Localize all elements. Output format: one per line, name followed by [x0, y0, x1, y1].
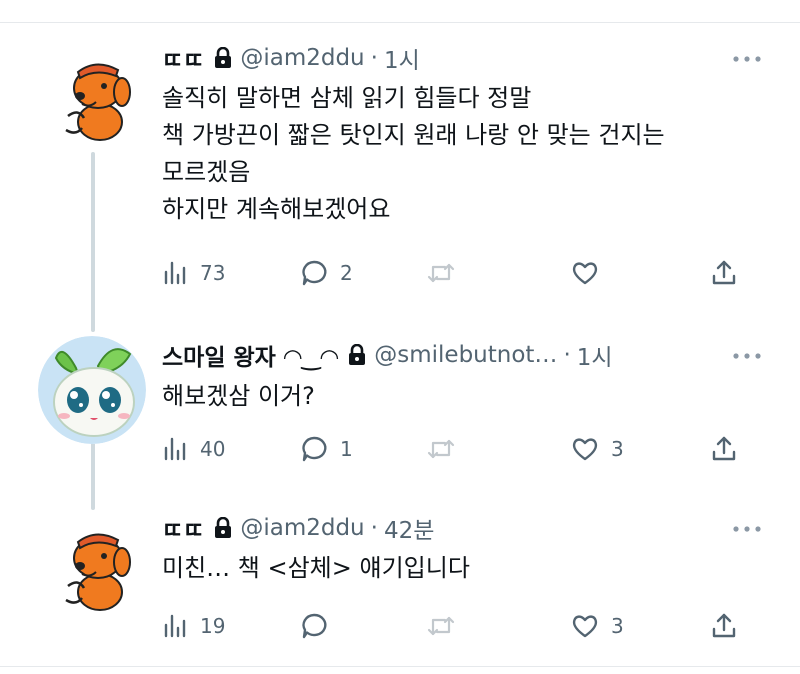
- thread-line: [91, 152, 95, 332]
- reply-bubble-icon: [302, 260, 327, 286]
- avatar[interactable]: [38, 514, 146, 622]
- share-icon: [712, 436, 736, 461]
- retweet-button[interactable]: [427, 256, 455, 290]
- reply-bubble-icon: [302, 436, 327, 462]
- more-dots-icon[interactable]: [730, 49, 764, 69]
- reply-button[interactable]: 2: [300, 256, 353, 290]
- tweet-actions: 73 2: [160, 256, 750, 290]
- avatar[interactable]: [38, 336, 146, 444]
- like-count: 3: [611, 437, 624, 461]
- reply-button[interactable]: [300, 609, 340, 643]
- views-button[interactable]: 40: [160, 432, 225, 466]
- share-button[interactable]: [710, 432, 738, 466]
- heart-icon: [572, 262, 598, 285]
- separator-dot: ·: [370, 45, 378, 71]
- views-chart-icon: [164, 614, 186, 638]
- lock-icon: [214, 46, 232, 69]
- lock-icon: [214, 516, 232, 539]
- views-chart-icon: [164, 261, 186, 285]
- tweet-text: 해보겠삼 이거?: [162, 382, 315, 410]
- timestamp[interactable]: 42분: [384, 511, 434, 545]
- share-button[interactable]: [710, 609, 738, 643]
- display-name[interactable]: ㄸㄸ: [162, 511, 204, 545]
- retweet-icon: [427, 439, 455, 459]
- lock-icon: [348, 343, 366, 366]
- views-count: 19: [200, 614, 226, 638]
- more-dots-icon[interactable]: [730, 519, 764, 539]
- share-icon: [712, 613, 736, 638]
- tweet-header: 스마일 왕자 ◠‿◠ @smilebutnot… · 1시: [162, 338, 613, 372]
- retweet-button[interactable]: [427, 609, 455, 643]
- views-chart-icon: [164, 437, 186, 461]
- tweet-text: 솔직히 말하면 삼체 읽기 힘들다 정말 책 가방끈이 짧은 탓인지 원래 나랑…: [162, 84, 665, 223]
- like-button[interactable]: 3: [571, 432, 624, 466]
- handle[interactable]: @iam2ddu: [240, 515, 364, 541]
- bottom-divider: [0, 666, 800, 667]
- reply-bubble-icon: [302, 613, 327, 639]
- timestamp[interactable]: 1시: [384, 41, 420, 75]
- views-button[interactable]: 73: [160, 256, 225, 290]
- handle[interactable]: @smilebutnot…: [374, 342, 557, 368]
- share-icon: [712, 260, 736, 285]
- reply-button[interactable]: 1: [300, 432, 353, 466]
- separator-dot: ·: [370, 515, 378, 541]
- separator-dot: ·: [563, 342, 571, 368]
- like-count: 3: [611, 614, 624, 638]
- reply-count: 2: [340, 261, 353, 285]
- dog-avatar-icon: [38, 44, 146, 152]
- top-divider: [0, 22, 800, 23]
- tweet-header: ㄸㄸ @iam2ddu · 42분: [162, 511, 434, 545]
- more-dots-icon[interactable]: [730, 346, 764, 366]
- retweet-icon: [427, 263, 455, 283]
- timestamp[interactable]: 1시: [577, 338, 613, 372]
- reply-count: 1: [340, 437, 353, 461]
- share-button[interactable]: [710, 256, 738, 290]
- views-button[interactable]: 19: [160, 609, 225, 643]
- like-button[interactable]: 3: [571, 609, 624, 643]
- handle[interactable]: @iam2ddu: [240, 45, 364, 71]
- avatar[interactable]: [38, 44, 146, 152]
- tweet-actions: 19 3: [160, 609, 750, 643]
- retweet-button[interactable]: [427, 432, 455, 466]
- tweet-text: 미친… 책 <삼체> 얘기입니다: [162, 554, 470, 582]
- tweet-header: ㄸㄸ @iam2ddu · 1시: [162, 41, 420, 75]
- retweet-icon: [427, 616, 455, 636]
- dog-avatar-icon: [38, 514, 146, 622]
- thread-line: [91, 438, 95, 510]
- heart-icon: [572, 438, 598, 461]
- like-button[interactable]: [571, 256, 611, 290]
- sprout-character-avatar-icon: [38, 336, 146, 444]
- display-name[interactable]: ㄸㄸ: [162, 41, 204, 75]
- display-name[interactable]: 스마일 왕자 ◠‿◠: [162, 338, 338, 372]
- views-count: 40: [200, 437, 226, 461]
- views-count: 73: [200, 261, 226, 285]
- heart-icon: [572, 615, 598, 638]
- tweet-actions: 40 1 3: [160, 432, 750, 466]
